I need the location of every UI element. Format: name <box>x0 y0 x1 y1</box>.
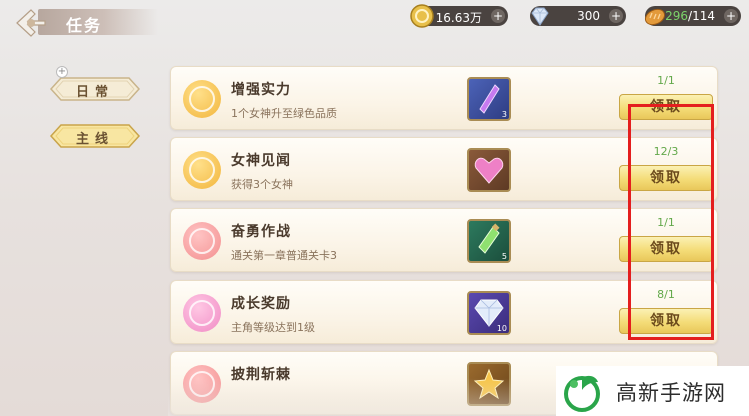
gold-coin-icon <box>410 4 434 28</box>
task-medal-icon <box>183 80 221 118</box>
task-name: 增强实力 <box>231 82 291 98</box>
task-medal-icon <box>183 222 221 260</box>
tab-daily-label: 日常 <box>75 85 114 100</box>
task-name: 成长奖励 <box>231 296 291 312</box>
watermark-text: 高新手游网 <box>616 381 726 405</box>
highlight-box <box>628 104 714 340</box>
gold-value: 16.63万 <box>435 11 482 25</box>
purple-crystal-icon[interactable]: 3 <box>467 77 511 121</box>
tab-daily[interactable]: 日常 <box>49 75 141 103</box>
diamond-resource: 300 + <box>530 6 626 26</box>
watermark: 高新手游网 <box>556 366 749 416</box>
reward-count: 10 <box>496 324 507 333</box>
stamina-current: 296 <box>665 9 689 23</box>
page-title: 任务 <box>66 16 103 35</box>
add-diamond-button[interactable]: + <box>609 9 623 23</box>
diamond-reward-icon[interactable]: 10 <box>467 291 511 335</box>
gold-resource: 16.63万 + <box>410 4 508 28</box>
back-arrow-icon[interactable] <box>14 6 48 40</box>
task-desc: 获得3个女神 <box>231 178 293 191</box>
bread-stamina-icon <box>644 8 666 26</box>
pink-heart-gem-graphic <box>474 157 504 184</box>
tab-main[interactable]: 主线 <box>49 122 141 150</box>
pink-heart-gem-icon[interactable] <box>467 148 511 192</box>
stamina-resource: 296/114 + <box>644 6 741 26</box>
task-name: 奋勇作战 <box>231 224 291 240</box>
stamina-value: 296/114 <box>665 9 715 23</box>
task-desc: 主角等级达到1级 <box>231 321 315 334</box>
tab-main-label: 主线 <box>75 132 114 147</box>
diamond-icon <box>531 7 549 26</box>
task-medal-icon <box>183 294 221 332</box>
task-name: 女神见闻 <box>231 153 291 169</box>
reward-count: 3 <box>501 110 507 119</box>
tab-add-icon: + <box>56 66 68 78</box>
top-bar: 任务 16.63万 + 300 + 296/114 + <box>0 0 749 44</box>
add-gold-button[interactable]: + <box>491 9 505 23</box>
green-potion-icon[interactable]: 5 <box>467 219 511 263</box>
stamina-max: /114 <box>688 9 715 23</box>
task-desc: 1个女神升至绿色品质 <box>231 107 337 120</box>
task-medal-icon <box>183 151 221 189</box>
watermark-logo-icon <box>564 375 600 412</box>
add-stamina-button[interactable]: + <box>724 9 738 23</box>
task-desc: 通关第一章普通关卡3 <box>231 249 337 262</box>
reward-count: 5 <box>501 252 507 261</box>
diamond-value: 300 <box>577 9 600 23</box>
task-progress: 1/1 <box>657 74 675 87</box>
